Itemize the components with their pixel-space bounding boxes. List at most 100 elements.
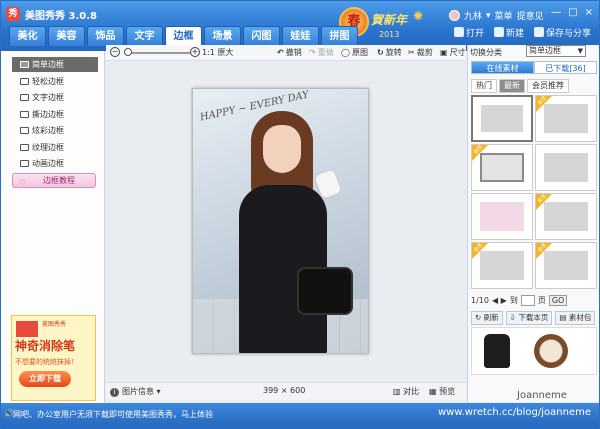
category-select[interactable]: 简单边框 ▼ bbox=[526, 45, 586, 57]
goto-label: 到 bbox=[509, 296, 518, 305]
frame-tutorial-button[interactable]: ♡ 边框教程 bbox=[12, 173, 96, 188]
material-subtab-2[interactable]: 会员推荐 bbox=[527, 79, 569, 93]
status-bar: 🔊 网吧、办公室用户无须下载即可使用美图秀秀，马上体验 www.wretch.c… bbox=[1, 403, 599, 428]
chevron-down-icon[interactable]: ▾ bbox=[486, 11, 491, 21]
sidebar-item-5[interactable]: 纹理边框 bbox=[12, 140, 98, 155]
frame-thumbnail[interactable]: 会员 bbox=[535, 242, 597, 289]
frame-thumbnail[interactable]: 会员 bbox=[471, 144, 533, 191]
tool-button-1[interactable]: ↷ 重做 bbox=[309, 47, 334, 58]
handbag-image bbox=[484, 334, 510, 368]
save-icon bbox=[533, 27, 544, 37]
minimize-icon[interactable]: — bbox=[551, 7, 561, 18]
frame-thumbnail[interactable]: 会员 bbox=[535, 95, 597, 142]
frame-preview bbox=[480, 202, 524, 231]
download-page-button[interactable]: ⇩ 下载本页 bbox=[505, 311, 553, 325]
tab-2[interactable]: 饰品 bbox=[87, 26, 124, 46]
category-value: 简单边框 bbox=[529, 46, 561, 55]
material-subtab-0[interactable]: 热门 bbox=[471, 79, 497, 93]
new-button[interactable]: 新建 bbox=[493, 26, 524, 39]
material-tab-0[interactable]: 在线素材 bbox=[471, 61, 534, 74]
watermark-name: Joanneme bbox=[517, 390, 567, 401]
original-size-button[interactable]: 1:1 原大 bbox=[202, 47, 233, 58]
material-subtabs: 热门 最新 会员推荐 bbox=[471, 79, 569, 93]
photo-handbag bbox=[297, 267, 353, 315]
sidebar-item-0[interactable]: 简单边框 bbox=[12, 57, 98, 72]
eraser-pen-ad[interactable]: 美图秀秀 神奇消除笔 不想要的统统抹掉！ 立即下载 bbox=[11, 315, 96, 401]
frame-thumbnail[interactable]: 会员 bbox=[471, 242, 533, 289]
tool-icon: ↷ bbox=[309, 48, 316, 57]
tool-button-4[interactable]: ✂ 裁剪 bbox=[408, 47, 433, 58]
frame-thumbnail[interactable] bbox=[471, 193, 533, 240]
menu-link[interactable]: 菜单 bbox=[495, 9, 513, 22]
page-indicator: 1/10 bbox=[471, 296, 489, 305]
sidebar-item-4[interactable]: 炫彩边框 bbox=[12, 123, 98, 138]
material-tabs: 在线素材 已下载[36] bbox=[471, 61, 597, 74]
tool-button-5[interactable]: ▣ 尺寸 bbox=[440, 47, 466, 58]
tool-label: 撤销 bbox=[285, 48, 302, 57]
material-tab-1[interactable]: 已下载[36] bbox=[534, 61, 597, 74]
tab-8[interactable]: 拼图 bbox=[321, 26, 358, 46]
status-message[interactable]: 网吧、办公室用户无须下载即可使用美图秀秀，马上体验 bbox=[13, 409, 213, 420]
title-bar: 秀 美图秀秀 3.0.8 春 賀新年 2013 ✺ 九林 ▾ 菜单 提意见 — … bbox=[1, 1, 599, 51]
refresh-button[interactable]: ↻ 刷新 bbox=[471, 311, 503, 325]
open-button[interactable]: 打开 bbox=[453, 26, 484, 39]
tab-3[interactable]: 文字 bbox=[126, 26, 163, 46]
tool-button-3[interactable]: ↻ 旋转 bbox=[377, 47, 402, 58]
tab-6[interactable]: 闪图 bbox=[243, 26, 280, 46]
banner-year: 2013 bbox=[379, 30, 400, 39]
photo-subject-face bbox=[263, 125, 301, 173]
frame-preview bbox=[544, 153, 588, 182]
frame-icon bbox=[20, 127, 29, 134]
zoom-in-button[interactable]: + bbox=[190, 47, 200, 57]
tab-4[interactable]: 边框 bbox=[165, 26, 202, 46]
tab-5[interactable]: 场景 bbox=[204, 26, 241, 46]
page-unit: 页 bbox=[537, 296, 546, 305]
tab-0[interactable]: 美化 bbox=[9, 26, 46, 46]
tool-icon: ▣ bbox=[440, 48, 448, 57]
frame-thumbnail[interactable] bbox=[471, 95, 533, 142]
ad-download-button[interactable]: 立即下载 bbox=[19, 371, 71, 387]
window-controls: — □ × bbox=[551, 7, 593, 18]
sidebar-item-1[interactable]: 轻松边框 bbox=[12, 74, 98, 89]
frame-icon bbox=[20, 61, 29, 68]
save-share-button[interactable]: 保存与分享 bbox=[533, 26, 591, 39]
page-input[interactable] bbox=[520, 295, 535, 306]
tool-button-0[interactable]: ↶ 撤销 bbox=[277, 47, 302, 58]
fireworks-icon: ✺ bbox=[413, 9, 424, 23]
compare-button[interactable]: ▥ 对比 bbox=[393, 386, 419, 397]
frame-thumbnail[interactable]: 会员 bbox=[535, 193, 597, 240]
sidebar-item-3[interactable]: 撕边边框 bbox=[12, 107, 98, 122]
frame-tutorial-label: 边框教程 bbox=[43, 176, 75, 185]
tool-button-2[interactable]: ◯ 原图 bbox=[341, 47, 368, 58]
banner-greeting: 賀新年 bbox=[371, 13, 408, 27]
user-name[interactable]: 九林 bbox=[464, 9, 482, 22]
tab-7[interactable]: 娃娃 bbox=[282, 26, 319, 46]
feedback-link[interactable]: 提意见 bbox=[517, 9, 544, 22]
page-nav-arrows[interactable]: ◀ ▶ bbox=[492, 296, 507, 305]
close-icon[interactable]: × bbox=[585, 7, 593, 18]
sidebar-item-6[interactable]: 动画边框 bbox=[12, 156, 98, 171]
zoom-out-button[interactable]: − bbox=[110, 47, 120, 57]
frame-icon bbox=[20, 143, 29, 151]
new-label: 新建 bbox=[505, 29, 524, 39]
go-button[interactable]: GO bbox=[548, 295, 568, 306]
avatar[interactable] bbox=[449, 10, 460, 21]
preview-button[interactable]: ▦ 预览 bbox=[429, 386, 455, 397]
info-icon: i bbox=[110, 388, 119, 397]
sidebar-item-label: 文字边框 bbox=[32, 93, 64, 102]
canvas-area: HAPPY ~ EVERY DAY bbox=[106, 62, 466, 382]
material-pack-button[interactable]: ▤ 素材包 bbox=[555, 311, 596, 325]
frame-thumbnail[interactable] bbox=[535, 144, 597, 191]
material-subtab-1[interactable]: 最新 bbox=[499, 79, 525, 93]
sidebar-item-2[interactable]: 文字边框 bbox=[12, 90, 98, 105]
ad-subtitle: 不想要的统统抹掉！ bbox=[15, 358, 78, 366]
product-ad[interactable] bbox=[471, 327, 597, 375]
refresh-label: 刷新 bbox=[483, 313, 499, 322]
ad-brand: 美图秀秀 bbox=[42, 321, 67, 328]
photo[interactable]: HAPPY ~ EVERY DAY bbox=[192, 88, 369, 354]
zoom-slider[interactable] bbox=[124, 52, 190, 54]
maximize-icon[interactable]: □ bbox=[568, 7, 577, 18]
image-info-button[interactable]: i 图片信息 ▾ bbox=[110, 386, 161, 397]
tab-1[interactable]: 美容 bbox=[48, 26, 85, 46]
zoom-slider-handle[interactable] bbox=[123, 48, 132, 56]
